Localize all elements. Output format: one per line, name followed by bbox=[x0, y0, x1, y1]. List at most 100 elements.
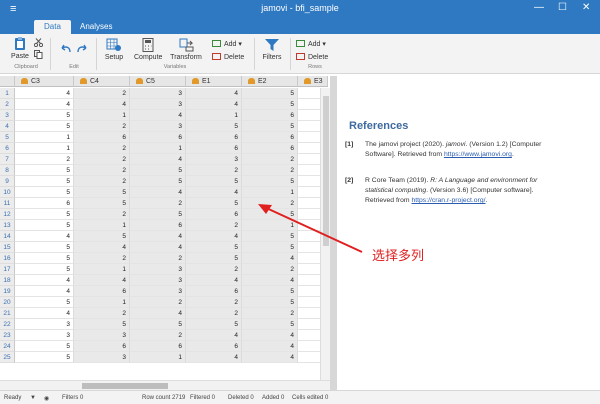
table-cell[interactable]: 2 bbox=[74, 143, 130, 154]
table-cell[interactable]: 5 bbox=[186, 242, 242, 253]
table-cell[interactable]: 5 bbox=[186, 176, 242, 187]
row-number[interactable]: 20 bbox=[0, 297, 15, 308]
table-cell[interactable]: 6 bbox=[74, 341, 130, 352]
table-cell[interactable]: 2 bbox=[186, 220, 242, 231]
undo-icon[interactable] bbox=[60, 44, 72, 54]
table-cell[interactable]: 1 bbox=[130, 352, 186, 363]
cut-icon[interactable] bbox=[34, 38, 43, 47]
table-cell[interactable]: 5 bbox=[15, 341, 74, 352]
table-cell[interactable]: 5 bbox=[242, 297, 298, 308]
table-cell[interactable]: 5 bbox=[15, 209, 74, 220]
table-cell[interactable]: 2 bbox=[242, 165, 298, 176]
table-cell[interactable]: 6 bbox=[186, 143, 242, 154]
table-cell[interactable]: 4 bbox=[186, 275, 242, 286]
table-cell[interactable]: 6 bbox=[74, 286, 130, 297]
table-cell[interactable]: 1 bbox=[74, 220, 130, 231]
table-cell[interactable]: 3 bbox=[130, 121, 186, 132]
setup-button[interactable]: Setup bbox=[102, 38, 126, 61]
row-number[interactable]: 4 bbox=[0, 121, 15, 132]
compute-button[interactable]: Compute bbox=[134, 38, 162, 61]
row-number[interactable]: 8 bbox=[0, 165, 15, 176]
table-cell[interactable]: 6 bbox=[130, 220, 186, 231]
table-cell[interactable]: 2 bbox=[186, 264, 242, 275]
table-cell[interactable]: 6 bbox=[186, 286, 242, 297]
table-cell[interactable]: 5 bbox=[74, 231, 130, 242]
table-cell[interactable]: 4 bbox=[242, 352, 298, 363]
table-cell[interactable]: 5 bbox=[242, 286, 298, 297]
paste-button[interactable]: Paste bbox=[8, 37, 32, 60]
column-header[interactable]: C3 bbox=[15, 76, 74, 87]
table-cell[interactable]: 5 bbox=[242, 319, 298, 330]
table-cell[interactable]: 3 bbox=[130, 275, 186, 286]
copy-icon[interactable] bbox=[34, 50, 43, 59]
table-cell[interactable]: 2 bbox=[186, 308, 242, 319]
table-cell[interactable]: 4 bbox=[15, 231, 74, 242]
table-cell[interactable]: 3 bbox=[15, 330, 74, 341]
column-header[interactable]: C4 bbox=[74, 76, 130, 87]
corner-cell[interactable] bbox=[0, 76, 15, 87]
table-cell[interactable]: 5 bbox=[130, 209, 186, 220]
table-cell[interactable]: 4 bbox=[130, 308, 186, 319]
table-cell[interactable]: 1 bbox=[74, 297, 130, 308]
tab-data[interactable]: Data bbox=[34, 20, 71, 34]
table-cell[interactable]: 3 bbox=[130, 88, 186, 99]
table-cell[interactable]: 2 bbox=[74, 165, 130, 176]
row-number[interactable]: 5 bbox=[0, 132, 15, 143]
row-number[interactable]: 11 bbox=[0, 198, 15, 209]
table-cell[interactable]: 4 bbox=[74, 242, 130, 253]
row-number[interactable]: 13 bbox=[0, 220, 15, 231]
row-number[interactable]: 14 bbox=[0, 231, 15, 242]
filters-button[interactable]: Filters bbox=[260, 38, 284, 61]
close-button[interactable]: ✕ bbox=[582, 2, 590, 13]
row-number[interactable]: 10 bbox=[0, 187, 15, 198]
table-cell[interactable]: 2 bbox=[74, 209, 130, 220]
table-cell[interactable]: 6 bbox=[186, 132, 242, 143]
table-cell[interactable]: 3 bbox=[130, 286, 186, 297]
table-cell[interactable]: 4 bbox=[130, 154, 186, 165]
table-cell[interactable]: 2 bbox=[74, 308, 130, 319]
table-cell[interactable]: 6 bbox=[242, 110, 298, 121]
row-number[interactable]: 24 bbox=[0, 341, 15, 352]
table-cell[interactable]: 3 bbox=[15, 319, 74, 330]
table-cell[interactable]: 3 bbox=[130, 264, 186, 275]
table-cell[interactable]: 2 bbox=[74, 253, 130, 264]
table-cell[interactable]: 6 bbox=[15, 198, 74, 209]
transform-button[interactable]: Transform bbox=[170, 38, 202, 61]
table-cell[interactable]: 5 bbox=[15, 110, 74, 121]
add-variable-button[interactable]: Add ▾ bbox=[212, 40, 242, 48]
table-cell[interactable]: 5 bbox=[242, 121, 298, 132]
table-cell[interactable]: 6 bbox=[130, 132, 186, 143]
table-cell[interactable]: 1 bbox=[186, 110, 242, 121]
table-cell[interactable]: 3 bbox=[74, 352, 130, 363]
maximize-button[interactable]: ☐ bbox=[558, 2, 567, 13]
table-cell[interactable]: 4 bbox=[186, 187, 242, 198]
table-cell[interactable]: 5 bbox=[15, 176, 74, 187]
table-cell[interactable]: 2 bbox=[130, 297, 186, 308]
table-cell[interactable]: 3 bbox=[74, 330, 130, 341]
table-cell[interactable]: 4 bbox=[130, 242, 186, 253]
row-number[interactable]: 2 bbox=[0, 99, 15, 110]
table-cell[interactable]: 1 bbox=[15, 143, 74, 154]
table-cell[interactable]: 4 bbox=[74, 99, 130, 110]
table-cell[interactable]: 2 bbox=[74, 154, 130, 165]
row-number[interactable]: 17 bbox=[0, 264, 15, 275]
table-cell[interactable]: 2 bbox=[130, 198, 186, 209]
table-cell[interactable]: 2 bbox=[186, 165, 242, 176]
redo-icon[interactable] bbox=[76, 44, 88, 54]
minimize-button[interactable]: — bbox=[534, 2, 544, 13]
table-cell[interactable]: 2 bbox=[74, 121, 130, 132]
table-cell[interactable]: 1 bbox=[74, 110, 130, 121]
table-cell[interactable]: 6 bbox=[186, 209, 242, 220]
row-number[interactable]: 9 bbox=[0, 176, 15, 187]
delete-row-button[interactable]: Delete bbox=[296, 53, 328, 61]
table-cell[interactable]: 5 bbox=[15, 187, 74, 198]
table-cell[interactable]: 3 bbox=[130, 99, 186, 110]
table-cell[interactable]: 6 bbox=[186, 341, 242, 352]
row-number[interactable]: 18 bbox=[0, 275, 15, 286]
reference-link[interactable]: https://cran.r-project.org/ bbox=[411, 197, 485, 204]
row-number[interactable]: 7 bbox=[0, 154, 15, 165]
table-cell[interactable]: 5 bbox=[242, 88, 298, 99]
add-row-button[interactable]: Add ▾ bbox=[296, 40, 326, 48]
table-cell[interactable]: 4 bbox=[242, 341, 298, 352]
table-cell[interactable]: 4 bbox=[242, 330, 298, 341]
